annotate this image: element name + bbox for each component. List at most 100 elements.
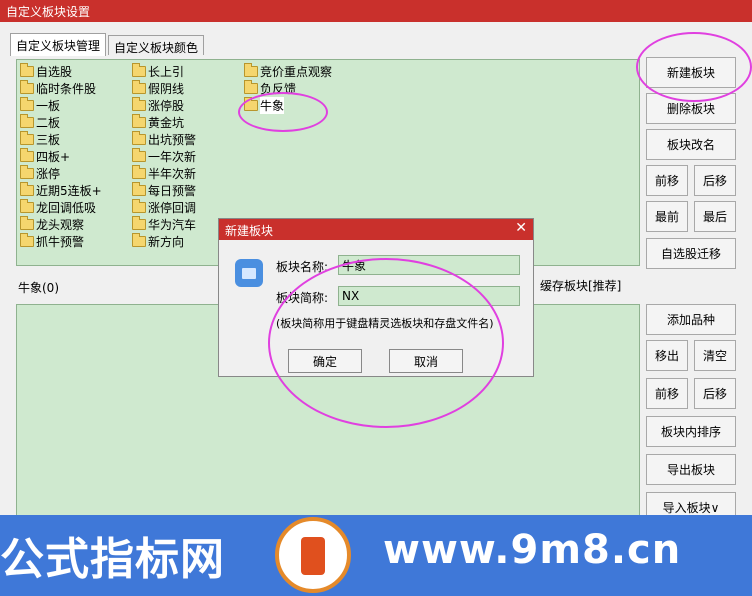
cache-block-checkbox-label[interactable]: 缓存板块[推荐] xyxy=(540,277,621,294)
watermark-url: www.9m8.cn xyxy=(383,527,682,573)
block-list-item[interactable]: 龙回调低吸 xyxy=(20,199,102,216)
block-column-2: 长上引假阴线涨停股黄金坑出坑预警 一年次新 半年次新 每日预警涨停回调华为汽车新方向 xyxy=(132,63,196,250)
item-move-up-button[interactable]: 前移 xyxy=(646,378,688,409)
block-item-label: 涨停股 xyxy=(148,99,185,113)
dialog-titlebar: 新建板块 ✕ xyxy=(219,219,533,240)
item-move-down-button[interactable]: 后移 xyxy=(694,378,736,409)
block-item-label: 四板+ xyxy=(36,150,71,164)
move-up-button[interactable]: 前移 xyxy=(646,165,688,196)
remove-item-button[interactable]: 移出 xyxy=(646,340,688,371)
tab-bar: 自定义板块管理 自定义板块颜色 xyxy=(10,33,206,56)
close-icon[interactable]: ✕ xyxy=(515,220,527,236)
block-name-input[interactable] xyxy=(338,255,520,275)
window-titlebar: 自定义板块设置 xyxy=(0,0,752,22)
new-block-dialog: 新建板块 ✕ 板块名称: 板块简称: (板块简称用于键盘精灵选板块和存盘文件名)… xyxy=(218,218,534,377)
folder-icon xyxy=(132,199,146,213)
block-folder-icon xyxy=(235,259,263,287)
move-last-button[interactable]: 最后 xyxy=(694,201,736,232)
block-list-item[interactable]: 长上引 xyxy=(132,63,196,80)
abbr-note: (板块简称用于键盘精灵选板块和存盘文件名) xyxy=(276,317,494,330)
move-down-button[interactable]: 后移 xyxy=(694,165,736,196)
folder-icon xyxy=(20,233,34,247)
delete-block-button[interactable]: 删除板块 xyxy=(646,93,736,124)
block-item-label: 华为汽车 xyxy=(148,218,197,232)
block-list-item[interactable]: 涨停股 xyxy=(132,97,196,114)
folder-icon xyxy=(20,182,34,196)
folder-icon xyxy=(20,199,34,213)
block-item-label: 龙回调低吸 xyxy=(36,201,97,215)
block-item-label: 三板 xyxy=(36,133,61,147)
block-list-item[interactable]: 涨停回调 xyxy=(132,199,196,216)
block-list-item[interactable]: 新方向 xyxy=(132,233,196,250)
block-list-item[interactable]: 华为汽车 xyxy=(132,216,196,233)
block-name-label: 板块名称: xyxy=(276,260,329,274)
block-list-item[interactable]: 每日预警 xyxy=(132,182,196,199)
tab-block-color[interactable]: 自定义板块颜色 xyxy=(108,35,205,55)
folder-icon xyxy=(20,80,34,94)
block-item-label: 假阴线 xyxy=(148,82,185,96)
add-item-button[interactable]: 添加品种 xyxy=(646,304,736,335)
block-list-item[interactable]: 负反馈 xyxy=(244,80,332,97)
block-item-label: 黄金坑 xyxy=(148,116,185,130)
block-item-label: 近期5连板+ xyxy=(36,184,102,198)
block-list-item[interactable]: 临时条件股 xyxy=(20,80,102,97)
selected-block-label: 牛象(0) xyxy=(18,281,59,295)
block-list-item[interactable]: 龙头观察 xyxy=(20,216,102,233)
block-list-item[interactable]: 一板 xyxy=(20,97,102,114)
block-list-item[interactable]: 抓牛预警 xyxy=(20,233,102,250)
block-list-item[interactable]: 一年次新 xyxy=(132,148,196,165)
block-list-item[interactable]: 涨停 xyxy=(20,165,102,182)
window-title: 自定义板块设置 xyxy=(6,5,91,19)
block-list-item[interactable]: 半年次新 xyxy=(132,165,196,182)
folder-icon xyxy=(20,131,34,145)
folder-icon xyxy=(20,114,34,128)
block-list-item[interactable]: 四板+ xyxy=(20,148,102,165)
tab-block-management[interactable]: 自定义板块管理 xyxy=(10,33,107,56)
migrate-watchlist-button[interactable]: 自选股迁移 xyxy=(646,238,736,269)
folder-icon xyxy=(132,182,146,196)
folder-icon xyxy=(20,97,34,111)
block-abbr-input[interactable] xyxy=(338,286,520,306)
block-item-label: 自选股 xyxy=(36,65,73,79)
folder-icon xyxy=(20,165,34,179)
ok-button[interactable]: 确定 xyxy=(288,349,362,373)
block-item-label: 负反馈 xyxy=(260,82,297,96)
block-list-item[interactable]: 二板 xyxy=(20,114,102,131)
watermark-logo-icon xyxy=(275,517,351,593)
block-item-label: 涨停 xyxy=(36,167,61,181)
block-item-label: 临时条件股 xyxy=(36,82,97,96)
watermark-site-name: 公式指标网 xyxy=(0,534,225,585)
watermark-banner: 公式指标网 www.9m8.cn xyxy=(0,515,752,596)
block-column-1: 自选股临时条件股 一板二板三板四板+ 涨停近期5连板+ 龙回调低吸 龙头观察 抓牛预警 xyxy=(20,63,102,250)
block-list-item[interactable]: 黄金坑 xyxy=(132,114,196,131)
block-abbr-label: 板块简称: xyxy=(276,291,329,305)
block-list-item[interactable]: 牛象 xyxy=(244,97,332,114)
move-first-button[interactable]: 最前 xyxy=(646,201,688,232)
folder-icon xyxy=(20,148,34,162)
folder-icon xyxy=(132,80,146,94)
block-column-3: 竞价重点观察负反馈 牛象 xyxy=(244,63,332,114)
folder-icon xyxy=(132,63,146,77)
block-list-item[interactable]: 出坑预警 xyxy=(132,131,196,148)
block-item-label: 长上引 xyxy=(148,65,185,79)
folder-icon xyxy=(132,233,146,247)
block-list-item[interactable]: 近期5连板+ xyxy=(20,182,102,199)
export-block-button[interactable]: 导出板块 xyxy=(646,454,736,485)
rename-block-button[interactable]: 板块改名 xyxy=(646,129,736,160)
sort-inside-block-button[interactable]: 板块内排序 xyxy=(646,416,736,447)
folder-icon xyxy=(20,63,34,77)
block-item-label: 涨停回调 xyxy=(148,201,197,215)
block-list-item[interactable]: 自选股 xyxy=(20,63,102,80)
block-item-label: 新方向 xyxy=(148,235,185,249)
clear-button[interactable]: 清空 xyxy=(694,340,736,371)
block-item-label: 二板 xyxy=(36,116,61,130)
cancel-button[interactable]: 取消 xyxy=(389,349,463,373)
dialog-title: 新建板块 xyxy=(225,224,274,238)
block-list-item[interactable]: 竞价重点观察 xyxy=(244,63,332,80)
folder-icon xyxy=(132,165,146,179)
folder-icon xyxy=(132,131,146,145)
block-list-item[interactable]: 三板 xyxy=(20,131,102,148)
block-list-item[interactable]: 假阴线 xyxy=(132,80,196,97)
new-block-button[interactable]: 新建板块 xyxy=(646,57,736,88)
block-item-label: 出坑预警 xyxy=(148,133,197,147)
